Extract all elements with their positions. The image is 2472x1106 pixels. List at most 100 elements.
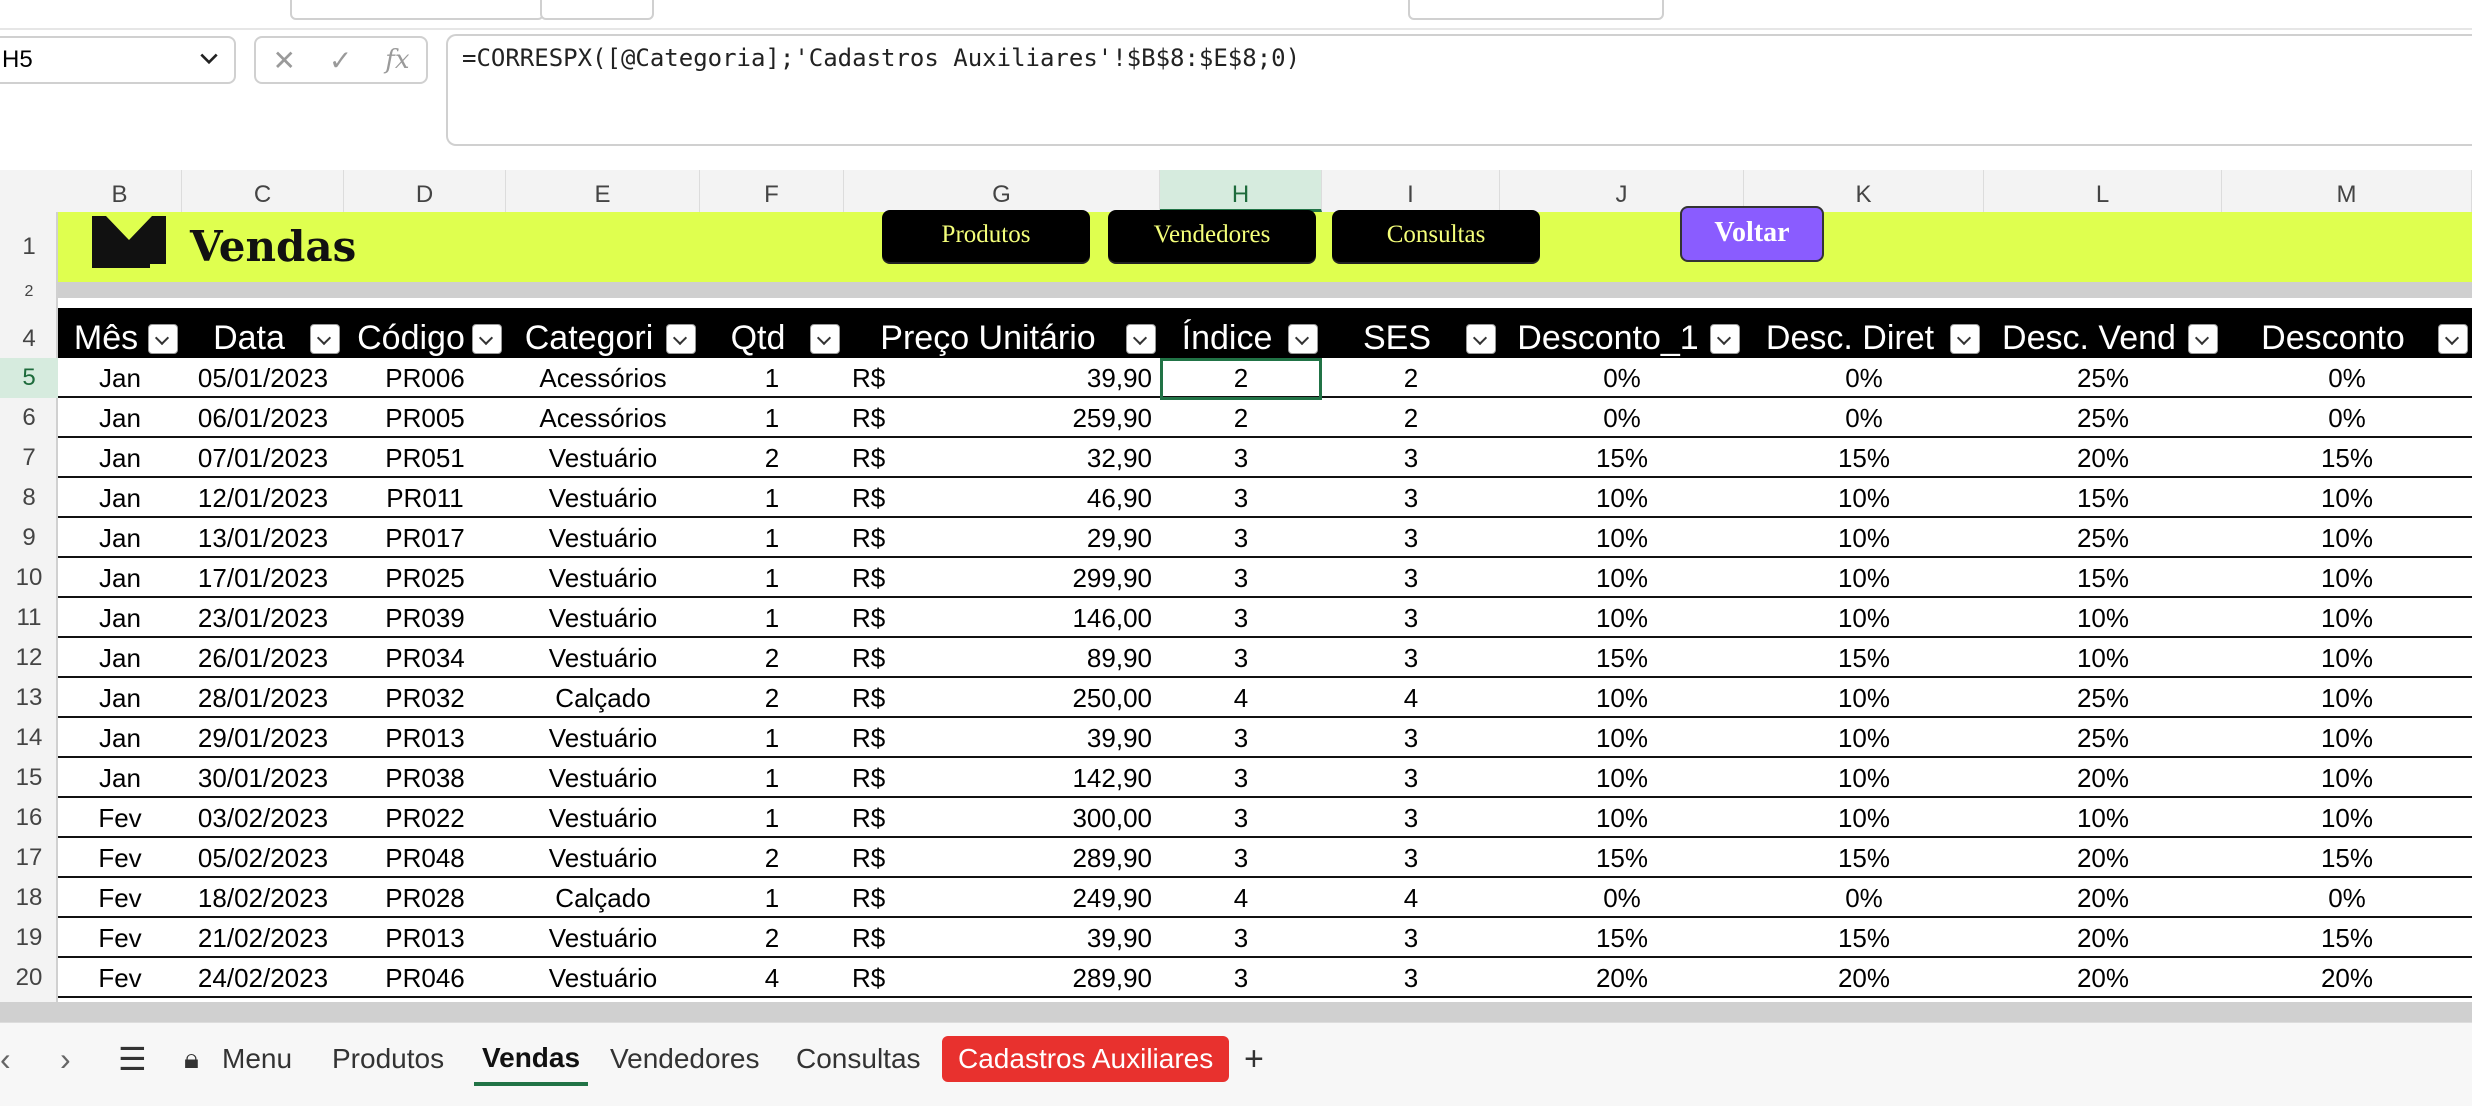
table-cell[interactable]: 1 — [700, 718, 844, 758]
table-cell[interactable]: 25% — [1984, 518, 2222, 558]
table-cell[interactable]: Vestuário — [506, 718, 700, 758]
table-cell[interactable]: PR028 — [344, 878, 506, 918]
table-cell[interactable]: 21/02/2023 — [182, 918, 344, 958]
table-cell[interactable]: 0% — [2222, 358, 2472, 398]
table-cell[interactable]: 1 — [700, 598, 844, 638]
table-cell[interactable]: 10% — [1500, 598, 1744, 638]
row-header-6[interactable]: 6 — [0, 398, 58, 438]
cell-preco-unitario[interactable]: 249,90 — [844, 878, 1160, 918]
tab-vendedores[interactable]: Vendedores — [602, 1036, 767, 1082]
table-cell[interactable]: 10% — [1500, 678, 1744, 718]
tab-consultas[interactable]: Consultas — [788, 1036, 929, 1082]
table-cell[interactable]: Jan — [58, 438, 182, 478]
table-cell[interactable]: PR013 — [344, 718, 506, 758]
table-cell[interactable]: 3 — [1160, 438, 1322, 478]
table-cell[interactable]: 0% — [1744, 398, 1984, 438]
table-cell[interactable]: Vestuário — [506, 438, 700, 478]
table-cell[interactable]: 10% — [1984, 598, 2222, 638]
table-cell[interactable]: PR025 — [344, 558, 506, 598]
table-cell[interactable]: Vestuário — [506, 958, 700, 998]
table-cell[interactable]: PR011 — [344, 478, 506, 518]
table-cell[interactable]: 15% — [1984, 558, 2222, 598]
cell-preco-unitario[interactable]: 39,90 — [844, 358, 1160, 398]
row-header-16[interactable]: 16 — [0, 798, 58, 838]
row-header-10[interactable]: 10 — [0, 558, 58, 598]
table-cell[interactable]: Jan — [58, 718, 182, 758]
table-cell[interactable]: 4 — [1160, 678, 1322, 718]
table-cell[interactable]: 15% — [1500, 838, 1744, 878]
table-cell[interactable]: 23/01/2023 — [182, 598, 344, 638]
table-cell[interactable]: 1 — [700, 518, 844, 558]
table-cell[interactable]: Calçado — [506, 878, 700, 918]
column-header-h[interactable]: H — [1160, 170, 1322, 212]
table-cell[interactable]: 26/01/2023 — [182, 638, 344, 678]
table-cell[interactable]: 3 — [1322, 638, 1500, 678]
table-cell[interactable]: Acessórios — [506, 358, 700, 398]
formula-input[interactable]: =CORRESPX([@Categoria];'Cadastros Auxili… — [446, 34, 2472, 146]
column-header-l[interactable]: L — [1984, 170, 2222, 212]
table-cell[interactable]: Jan — [58, 478, 182, 518]
table-cell[interactable]: 20% — [1744, 958, 1984, 998]
table-cell[interactable]: 18/02/2023 — [182, 878, 344, 918]
table-cell[interactable]: 3 — [1322, 838, 1500, 878]
table-cell[interactable]: 2 — [700, 838, 844, 878]
table-cell[interactable]: Vestuário — [506, 918, 700, 958]
table-cell[interactable]: PR051 — [344, 438, 506, 478]
cell-preco-unitario[interactable]: 89,90 — [844, 638, 1160, 678]
table-cell[interactable]: 3 — [1322, 798, 1500, 838]
table-cell[interactable]: 3 — [1160, 958, 1322, 998]
cell-preco-unitario[interactable]: 289,90 — [844, 958, 1160, 998]
table-cell[interactable]: 3 — [1160, 838, 1322, 878]
insert-function-icon[interactable]: fx — [385, 45, 409, 75]
filter-dropdown-icon[interactable] — [810, 324, 840, 354]
table-cell[interactable]: 10% — [1500, 558, 1744, 598]
table-cell[interactable]: 15% — [1744, 438, 1984, 478]
column-header-b[interactable]: B — [58, 170, 182, 212]
row-header-4[interactable]: 4 — [0, 314, 58, 364]
table-cell[interactable]: 2 — [700, 918, 844, 958]
table-cell[interactable]: 1 — [700, 798, 844, 838]
table-cell[interactable]: 10% — [1500, 518, 1744, 558]
table-cell[interactable]: Acessórios — [506, 398, 700, 438]
consultas-button[interactable]: Consultas — [1332, 210, 1540, 262]
table-cell[interactable]: 10% — [2222, 758, 2472, 798]
table-cell[interactable]: 3 — [1322, 958, 1500, 998]
all-sheets-icon[interactable]: ☰ — [118, 1036, 147, 1082]
table-cell[interactable]: Jan — [58, 518, 182, 558]
name-box[interactable]: H5 — [0, 36, 236, 84]
table-cell[interactable]: 15% — [1500, 438, 1744, 478]
filter-dropdown-icon[interactable] — [1288, 324, 1318, 354]
table-cell[interactable]: Calçado — [506, 678, 700, 718]
table-cell[interactable]: 1 — [700, 478, 844, 518]
table-cell[interactable]: Vestuário — [506, 758, 700, 798]
row-header-20[interactable]: 20 — [0, 958, 58, 998]
table-cell[interactable]: Jan — [58, 758, 182, 798]
cell-preco-unitario[interactable]: 250,00 — [844, 678, 1160, 718]
filter-dropdown-icon[interactable] — [1710, 324, 1740, 354]
table-cell[interactable]: 3 — [1322, 558, 1500, 598]
cell-preco-unitario[interactable]: 300,00 — [844, 798, 1160, 838]
row-header-1[interactable]: 1 — [0, 212, 58, 282]
table-cell[interactable]: 24/02/2023 — [182, 958, 344, 998]
table-cell[interactable]: 3 — [1160, 518, 1322, 558]
row-header-13[interactable]: 13 — [0, 678, 58, 718]
row-header-19[interactable]: 19 — [0, 918, 58, 958]
table-cell[interactable]: PR034 — [344, 638, 506, 678]
table-cell[interactable]: 12/01/2023 — [182, 478, 344, 518]
tab-vendas[interactable]: Vendas — [474, 1036, 589, 1086]
cell-preco-unitario[interactable]: 289,90 — [844, 838, 1160, 878]
table-cell[interactable]: Vestuário — [506, 638, 700, 678]
tab-menu[interactable]: Menu — [214, 1036, 300, 1082]
table-cell[interactable]: 2 — [700, 678, 844, 718]
table-cell[interactable]: 3 — [1322, 518, 1500, 558]
table-cell[interactable]: 4 — [1322, 678, 1500, 718]
table-cell[interactable]: PR032 — [344, 678, 506, 718]
table-cell[interactable]: 15% — [1984, 478, 2222, 518]
table-cell[interactable]: 3 — [1322, 478, 1500, 518]
vendedores-button[interactable]: Vendedores — [1108, 210, 1316, 262]
filter-dropdown-icon[interactable] — [1126, 324, 1156, 354]
column-header-d[interactable]: D — [344, 170, 506, 212]
cell-preco-unitario[interactable]: 32,90 — [844, 438, 1160, 478]
column-header-m[interactable]: M — [2222, 170, 2472, 212]
table-cell[interactable]: 10% — [2222, 478, 2472, 518]
